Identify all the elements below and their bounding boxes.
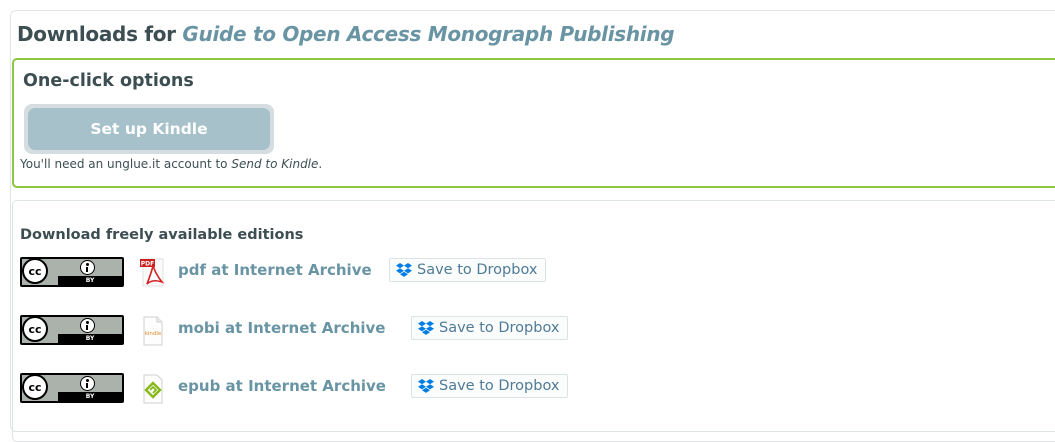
- license-strip-label: BY: [58, 334, 122, 343]
- send-to-kindle-emphasis: Send to Kindle: [231, 157, 319, 171]
- free-editions-section: Download freely available editions BY cc…: [12, 200, 1055, 442]
- epub-icon: [143, 374, 163, 404]
- pdf-icon: PDF: [140, 258, 165, 287]
- cc-by-license-icon[interactable]: BY cc: [20, 315, 124, 345]
- page-title: Downloads for Guide to Open Access Monog…: [17, 22, 675, 46]
- title-prefix: Downloads for: [17, 22, 176, 46]
- dropbox-icon: [418, 379, 434, 393]
- svg-text:kindle: kindle: [145, 331, 162, 337]
- attribution-person-icon: [80, 260, 95, 275]
- set-up-kindle-button[interactable]: Set up Kindle: [28, 108, 270, 150]
- dropbox-label: Save to Dropbox: [439, 378, 560, 394]
- pdf-download-link[interactable]: pdf at Internet Archive: [178, 261, 372, 279]
- save-to-dropbox-button-pdf[interactable]: Save to Dropbox: [389, 258, 547, 282]
- edition-row-epub: BY cc epub at Internet Archive Save to D…: [20, 373, 720, 404]
- dropbox-label: Save to Dropbox: [417, 262, 538, 278]
- save-to-dropbox-button-epub[interactable]: Save to Dropbox: [411, 374, 569, 398]
- cc-logo-icon: cc: [22, 316, 48, 342]
- dropbox-icon: [418, 321, 434, 335]
- mobi-download-link[interactable]: mobi at Internet Archive: [178, 319, 385, 337]
- license-strip-label: BY: [58, 392, 122, 401]
- attribution-person-icon: [80, 376, 95, 391]
- cc-by-license-icon[interactable]: BY cc: [20, 373, 124, 403]
- note-period: .: [318, 157, 323, 171]
- dropbox-label: Save to Dropbox: [439, 320, 560, 336]
- book-title: Guide to Open Access Monograph Publishin…: [182, 22, 675, 46]
- one-click-heading: One-click options: [23, 71, 194, 91]
- note-text: You'll need an unglue.it account to: [20, 157, 228, 171]
- license-strip-label: BY: [58, 276, 122, 285]
- kindle-file-icon: kindle: [143, 316, 163, 346]
- edition-row-pdf: BY cc PDF pdf at Internet Archive Save t…: [20, 257, 720, 287]
- one-click-section: One-click options Set up Kindle You'll n…: [12, 58, 1055, 188]
- dropbox-icon: [396, 263, 412, 277]
- cc-by-license-icon[interactable]: BY cc: [20, 257, 124, 287]
- free-editions-heading: Download freely available editions: [20, 227, 304, 243]
- save-to-dropbox-button-mobi[interactable]: Save to Dropbox: [411, 316, 569, 340]
- attribution-person-icon: [80, 318, 95, 333]
- epub-download-link[interactable]: epub at Internet Archive: [178, 377, 386, 395]
- edition-row-mobi: BY cc kindle mobi at Internet Archive Sa…: [20, 315, 720, 346]
- cc-logo-icon: cc: [22, 374, 48, 400]
- kindle-button-frame: Set up Kindle: [24, 104, 274, 154]
- cc-logo-icon: cc: [22, 258, 48, 284]
- kindle-account-note: You'll need an unglue.it account to Send…: [20, 157, 322, 171]
